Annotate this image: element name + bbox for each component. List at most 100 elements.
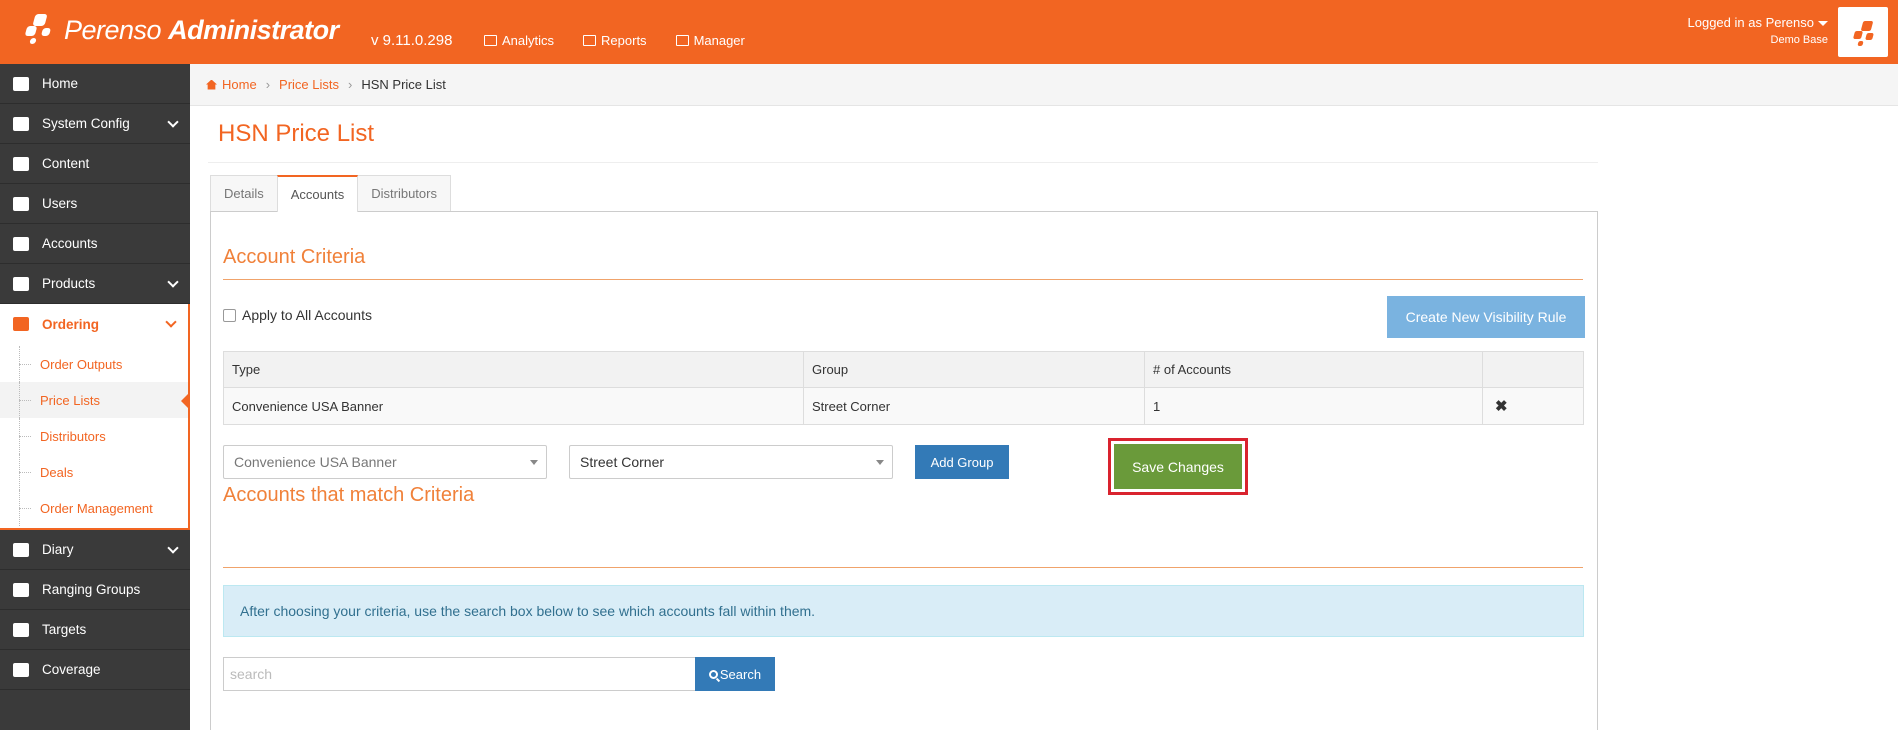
section-divider	[223, 279, 1583, 280]
sidebar-item-label: Ranging Groups	[42, 582, 141, 597]
nav-reports[interactable]: Reports	[583, 33, 647, 48]
save-changes-highlight: Save Changes	[1108, 438, 1248, 495]
matching-accounts-heading: Accounts that match Criteria	[223, 484, 475, 506]
table-header-row: Type Group # of Accounts	[223, 351, 1584, 388]
subitem-label: Order Management	[40, 500, 153, 516]
brand-name: Perenso Administrator	[64, 15, 339, 46]
sidebar-item-label: Diary	[42, 542, 74, 557]
home-icon	[13, 77, 29, 91]
perenso-logo[interactable]: Perenso Administrator	[24, 12, 339, 48]
home-icon	[206, 79, 217, 90]
nav-manager[interactable]: Manager	[675, 33, 745, 48]
sidebar-subitem-distributors[interactable]: Distributors	[0, 418, 188, 454]
sidebar-subitem-order-management[interactable]: Order Management	[0, 490, 188, 526]
tab-details[interactable]: Details	[210, 175, 278, 211]
type-select[interactable]: Convenience USA Banner	[223, 445, 547, 479]
nav-manager-label: Manager	[693, 33, 745, 48]
add-group-button[interactable]: Add Group	[915, 445, 1009, 479]
page-title: HSN Price List	[218, 120, 375, 147]
calendar-icon	[13, 543, 29, 557]
breadcrumb-current: HSN Price List	[361, 77, 446, 92]
sidebar-item-content[interactable]: Content	[0, 144, 190, 184]
sidebar-item-users[interactable]: Users	[0, 184, 190, 224]
user-menu[interactable]: Logged in as Perenso Demo Base	[1688, 15, 1828, 46]
chevron-down-icon	[167, 276, 179, 288]
umbrella-icon	[13, 663, 29, 677]
table-icon	[583, 35, 597, 46]
chart-icon	[484, 35, 497, 46]
apply-all-label: Apply to All Accounts	[242, 307, 372, 323]
breadcrumb-separator: ›	[348, 77, 353, 92]
search-button-label: Search	[719, 666, 762, 682]
column-header-group: Group	[803, 351, 1145, 388]
subitem-label: Distributors	[40, 428, 106, 444]
avatar[interactable]	[1838, 7, 1888, 57]
cell-group: Street Corner	[803, 387, 1145, 425]
tab-bar: Details Accounts Distributors	[210, 175, 451, 212]
sidebar-item-diary[interactable]: Diary	[0, 530, 190, 570]
briefcase-icon	[675, 35, 689, 46]
sidebar-item-targets[interactable]: Targets	[0, 610, 190, 650]
file-icon	[13, 157, 29, 171]
save-changes-button[interactable]: Save Changes	[1114, 444, 1242, 489]
version-label: v 9.11.0.298	[371, 32, 453, 49]
sidebar-item-label: Targets	[42, 622, 87, 637]
tab-distributors[interactable]: Distributors	[357, 175, 451, 211]
sidebar-item-label: Products	[42, 276, 96, 291]
nav-analytics[interactable]: Analytics	[484, 33, 554, 48]
user-icon	[13, 197, 29, 211]
sidebar-item-label: Ordering	[42, 316, 100, 332]
sidebar-subitem-order-outputs[interactable]: Order Outputs	[0, 346, 188, 382]
cart-icon	[13, 317, 29, 331]
tab-accounts[interactable]: Accounts	[276, 175, 359, 212]
criteria-table: Type Group # of Accounts Convenience USA…	[223, 351, 1584, 425]
apply-all-checkbox[interactable]	[223, 308, 236, 322]
sidebar-item-home[interactable]: Home	[0, 64, 190, 104]
sidebar-item-label: Users	[42, 196, 78, 211]
group-select[interactable]: Street Corner	[569, 445, 893, 479]
sidebar-item-ranging-groups[interactable]: Ranging Groups	[0, 570, 190, 610]
top-nav: Analytics Reports Manager	[484, 33, 745, 48]
caret-down-icon	[1818, 21, 1828, 27]
remove-icon[interactable]: ✖	[1495, 398, 1508, 415]
sidebar-item-label: Accounts	[42, 236, 98, 251]
sidebar: Home System Config Content Users Account…	[0, 64, 190, 730]
accounts-panel: Account Criteria Apply to All Accounts C…	[210, 211, 1598, 730]
title-divider	[208, 162, 1598, 163]
breadcrumb-price-lists[interactable]: Price Lists	[279, 77, 339, 92]
section-divider	[223, 567, 1583, 568]
sidebar-item-label: System Config	[42, 116, 130, 131]
active-indicator	[181, 392, 190, 410]
brand-bold: Administrator	[168, 14, 339, 45]
sidebar-item-label: Coverage	[42, 662, 101, 677]
subitem-label: Deals	[40, 464, 74, 480]
sidebar-item-coverage[interactable]: Coverage	[0, 650, 190, 690]
perenso-logo-icon	[24, 12, 60, 48]
breadcrumb-home[interactable]: Home	[222, 77, 257, 92]
nav-reports-label: Reports	[601, 33, 647, 48]
sidebar-subitem-price-lists[interactable]: Price Lists	[0, 382, 190, 418]
search-input[interactable]	[223, 657, 695, 691]
apply-all-accounts[interactable]: Apply to All Accounts	[223, 307, 372, 323]
search-button[interactable]: Search	[695, 657, 775, 691]
account-criteria-heading: Account Criteria	[223, 246, 366, 268]
column-header-type: Type	[223, 351, 804, 388]
type-select-value: Convenience USA Banner	[234, 454, 397, 470]
sidebar-item-products[interactable]: Products	[0, 264, 190, 304]
crosshair-icon	[13, 623, 29, 637]
sidebar-subitem-deals[interactable]: Deals	[0, 454, 188, 490]
cell-count: 1	[1144, 387, 1483, 425]
sidebar-item-system-config[interactable]: System Config	[0, 104, 190, 144]
column-header-count: # of Accounts	[1144, 351, 1483, 388]
create-visibility-rule-button[interactable]: Create New Visibility Rule	[1387, 296, 1585, 338]
users-icon	[13, 237, 29, 251]
subitem-label: Price Lists	[40, 392, 100, 408]
sidebar-item-accounts[interactable]: Accounts	[0, 224, 190, 264]
sidebar-item-ordering[interactable]: Ordering	[0, 304, 190, 344]
subitem-label: Order Outputs	[40, 356, 123, 372]
chevron-down-icon	[167, 116, 179, 128]
database-name: Demo Base	[1770, 34, 1828, 46]
nav-analytics-label: Analytics	[502, 33, 555, 48]
breadcrumb: Home › Price Lists › HSN Price List	[190, 64, 1898, 106]
cell-type: Convenience USA Banner	[223, 387, 804, 425]
